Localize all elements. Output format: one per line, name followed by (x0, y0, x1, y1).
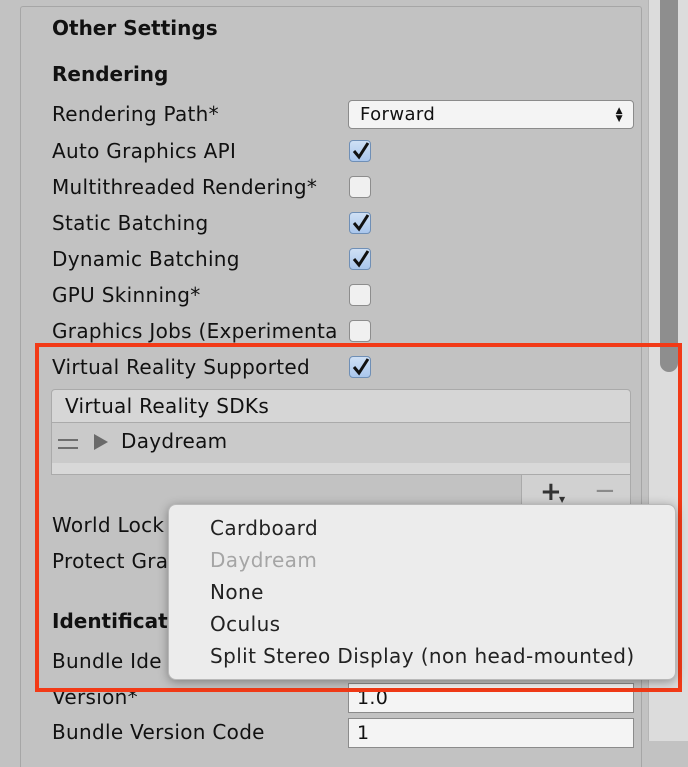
graphics-jobs-checkbox[interactable] (349, 320, 371, 342)
menu-item-daydream: Daydream (210, 548, 318, 572)
bundle-version-code-label: Bundle Version Code (52, 720, 265, 744)
scrollbar-thumb[interactable] (660, 0, 678, 372)
auto-graphics-api-checkbox[interactable] (349, 140, 371, 162)
auto-graphics-api-label: Auto Graphics API (52, 139, 237, 163)
rendering-heading: Rendering (52, 62, 169, 86)
dynamic-batching-checkbox[interactable] (349, 248, 371, 270)
gpu-skinning-label: GPU Skinning* (52, 283, 201, 307)
gpu-skinning-checkbox[interactable] (349, 284, 371, 306)
other-settings-title[interactable]: Other Settings (52, 16, 218, 40)
rendering-path-value: Forward (360, 104, 436, 125)
static-batching-label: Static Batching (52, 211, 209, 235)
bundle-version-code-field[interactable]: 1 (348, 718, 634, 748)
dropdown-arrows-icon: ▲ ▼ (615, 106, 623, 124)
dynamic-batching-label: Dynamic Batching (52, 247, 240, 271)
static-batching-checkbox[interactable] (349, 212, 371, 234)
checkmark-icon (352, 250, 370, 268)
menu-item-oculus[interactable]: Oculus (210, 612, 280, 636)
rendering-path-dropdown[interactable]: Forward ▲ ▼ (348, 100, 634, 129)
multithreaded-rendering-checkbox[interactable] (349, 176, 371, 198)
menu-item-cardboard[interactable]: Cardboard (210, 516, 318, 540)
sdk-popup-menu: Cardboard Daydream None Oculus Split Ste… (168, 504, 676, 680)
checkmark-icon (352, 142, 370, 160)
menu-item-none[interactable]: None (210, 580, 264, 604)
rendering-path-label: Rendering Path* (52, 102, 219, 126)
checkmark-icon (352, 214, 370, 232)
menu-item-split-stereo-display[interactable]: Split Stereo Display (non head-mounted) (210, 644, 635, 668)
multithreaded-rendering-label: Multithreaded Rendering* (52, 175, 318, 199)
graphics-jobs-label: Graphics Jobs (Experimenta (52, 319, 338, 343)
